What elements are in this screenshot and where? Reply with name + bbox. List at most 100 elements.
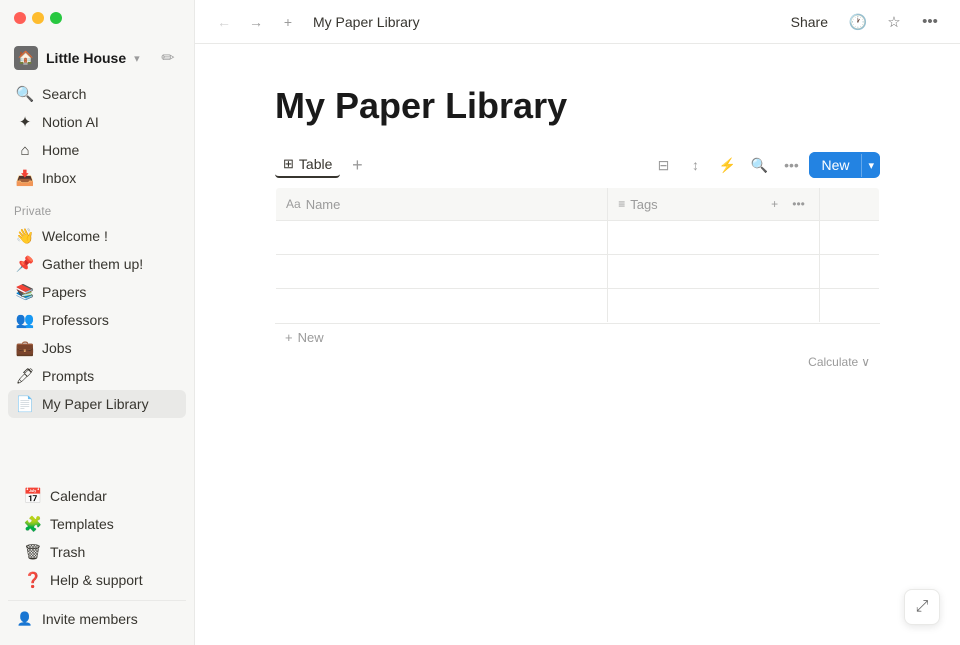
table-more-button[interactable]: ••• — [777, 151, 805, 179]
sidebar-item-inbox[interactable]: 📥 Inbox — [8, 164, 186, 192]
row-3-extra-cell — [819, 289, 879, 323]
sidebar-item-notion-ai[interactable]: ✦ Notion AI — [8, 108, 186, 136]
back-button[interactable]: ← — [211, 9, 237, 35]
welcome-icon: 👋 — [16, 227, 34, 245]
workspace-selector[interactable]: 🏠 Little House ▾ ✏ — [8, 42, 186, 74]
share-button[interactable]: Share — [783, 10, 836, 34]
private-section-label: Private — [0, 194, 194, 220]
sidebar-item-my-paper-library[interactable]: 📄 My Paper Library — [8, 390, 186, 418]
fab-button[interactable]: ⤢ — [904, 589, 940, 625]
templates-icon: 🧩 — [24, 515, 42, 533]
history-button[interactable]: 🕐 — [844, 8, 872, 36]
inbox-icon: 📥 — [16, 169, 34, 187]
automation-button[interactable]: ⚡ — [713, 151, 741, 179]
forward-button[interactable]: → — [243, 9, 269, 35]
traffic-light-minimize[interactable] — [32, 12, 44, 24]
row-3-name-cell[interactable] — [276, 289, 608, 323]
calendar-icon: 📅 — [24, 487, 42, 505]
calculate-row[interactable]: Calculate ∨ — [275, 351, 880, 373]
table-view-tab[interactable]: ⊞ Table — [275, 152, 340, 178]
topbar: ← → + My Paper Library Share 🕐 ☆ ••• — [195, 0, 960, 44]
sidebar-item-my-paper-library-label: My Paper Library — [42, 396, 149, 412]
new-item-chevron-button[interactable]: ▾ — [861, 154, 880, 177]
sidebar-top: 🏠 Little House ▾ ✏ — [0, 32, 194, 78]
name-column-label: Name — [306, 197, 341, 212]
row-2-name-cell[interactable] — [276, 255, 608, 289]
add-icon: + — [284, 14, 292, 30]
calculate-chevron-icon: ∨ — [861, 355, 870, 369]
row-3-tags-cell[interactable] — [608, 289, 819, 323]
sidebar-item-gather[interactable]: 📌 Gather them up! — [8, 250, 186, 278]
table-row — [276, 255, 880, 289]
new-page-button[interactable]: ✏ — [156, 46, 180, 70]
row-1-extra-cell — [819, 221, 879, 255]
trash-icon: 🗑 — [24, 543, 42, 561]
sidebar-item-templates[interactable]: 🧩 Templates — [16, 510, 178, 538]
database-table: Aa Name ≡ Tags + ••• — [275, 187, 880, 323]
sort-button[interactable]: ↕ — [681, 151, 709, 179]
workspace-chevron-icon: ▾ — [134, 52, 140, 65]
page-content: My Paper Library ⊞ Table + ⊟ ↕ — [195, 44, 960, 645]
sidebar-item-inbox-label: Inbox — [42, 170, 76, 186]
jobs-icon: 💼 — [16, 339, 34, 357]
calculate-label: Calculate — [808, 355, 858, 369]
more-options-button[interactable]: ••• — [916, 8, 944, 36]
page-title: My Paper Library — [275, 84, 880, 127]
favorite-button[interactable]: ☆ — [880, 8, 908, 36]
star-icon: ☆ — [887, 13, 900, 31]
sidebar-item-papers[interactable]: 📚 Papers — [8, 278, 186, 306]
sidebar-item-jobs[interactable]: 💼 Jobs — [8, 334, 186, 362]
sidebar-item-calendar[interactable]: 📅 Calendar — [16, 482, 178, 510]
invite-members-button[interactable]: 👤 Invite members — [8, 605, 186, 633]
sidebar-item-notion-ai-label: Notion AI — [42, 114, 99, 130]
sidebar-item-search[interactable]: 🔍 Search — [8, 80, 186, 108]
tags-column-type-icon: ≡ — [618, 197, 625, 211]
filter-icon: ⊟ — [658, 157, 670, 174]
prompts-icon: 🖊 — [16, 367, 34, 385]
add-column-button[interactable]: + — [765, 194, 785, 214]
add-row-button[interactable]: + New — [275, 323, 880, 351]
sidebar-item-home[interactable]: ⌂ Home — [8, 136, 186, 164]
search-icon: 🔍 — [16, 85, 34, 103]
professors-icon: 👥 — [16, 311, 34, 329]
table-toolbar-left: ⊞ Table + — [275, 152, 370, 178]
row-1-name-cell[interactable] — [276, 221, 608, 255]
sidebar-item-prompts-label: Prompts — [42, 368, 94, 384]
add-page-topbar-button[interactable]: + — [275, 9, 301, 35]
traffic-light-maximize[interactable] — [50, 12, 62, 24]
table-view-icon: ⊞ — [283, 156, 294, 172]
table-toolbar-right: ⊟ ↕ ⚡ 🔍 ••• New ▾ — [649, 151, 880, 179]
sidebar-item-professors[interactable]: 👥 Professors — [8, 306, 186, 334]
traffic-light-close[interactable] — [14, 12, 26, 24]
add-view-button[interactable]: + — [344, 152, 370, 178]
table-toolbar: ⊞ Table + ⊟ ↕ ⚡ 🔍 — [275, 151, 880, 179]
back-arrow-icon: ← — [217, 14, 231, 30]
sidebar-bottom: 📅 Calendar 🧩 Templates 🗑 Trash ❓ Help & … — [0, 476, 194, 637]
row-1-tags-cell[interactable] — [608, 221, 819, 255]
column-more-button[interactable]: ••• — [789, 194, 809, 214]
sidebar-item-help[interactable]: ❓ Help & support — [16, 566, 178, 594]
sidebar-item-jobs-label: Jobs — [42, 340, 72, 356]
sidebar-item-calendar-label: Calendar — [50, 488, 107, 504]
sidebar-item-papers-label: Papers — [42, 284, 86, 300]
sidebar-item-welcome[interactable]: 👋 Welcome ! — [8, 222, 186, 250]
sidebar-item-templates-label: Templates — [50, 516, 114, 532]
sidebar-item-trash[interactable]: 🗑 Trash — [16, 538, 178, 566]
my-paper-library-icon: 📄 — [16, 395, 34, 413]
search-button[interactable]: 🔍 — [745, 151, 773, 179]
row-2-tags-cell[interactable] — [608, 255, 819, 289]
papers-icon: 📚 — [16, 283, 34, 301]
notion-ai-icon: ✦ — [16, 113, 34, 131]
sidebar-item-professors-label: Professors — [42, 312, 109, 328]
breadcrumb: My Paper Library — [307, 12, 426, 32]
table-row — [276, 221, 880, 255]
filter-button[interactable]: ⊟ — [649, 151, 677, 179]
chevron-down-icon: ▾ — [868, 160, 874, 172]
sidebar-item-prompts[interactable]: 🖊 Prompts — [8, 362, 186, 390]
add-row-label: New — [298, 330, 324, 345]
lightning-icon: ⚡ — [719, 157, 736, 174]
sidebar-item-home-label: Home — [42, 142, 79, 158]
new-item-button[interactable]: New — [809, 152, 861, 178]
forward-arrow-icon: → — [249, 14, 263, 30]
sidebar-bottom-nav: 📅 Calendar 🧩 Templates 🗑 Trash ❓ Help & … — [8, 480, 186, 596]
